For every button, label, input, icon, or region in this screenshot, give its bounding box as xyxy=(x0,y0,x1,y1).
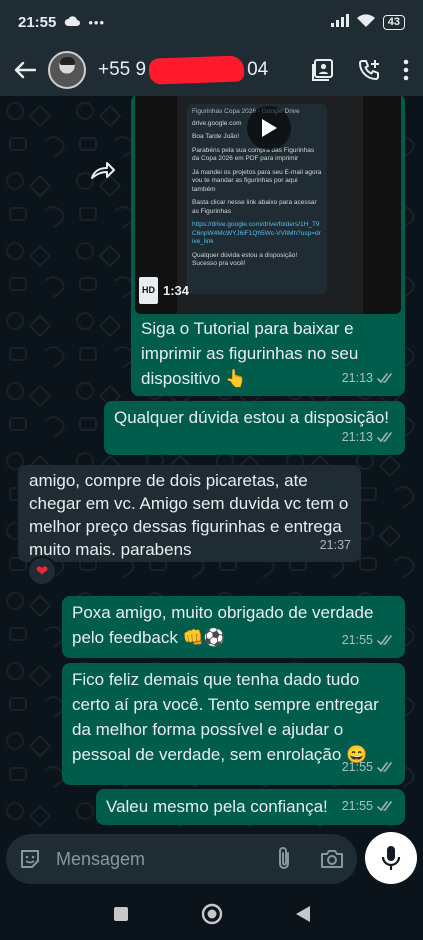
camera-icon[interactable] xyxy=(319,848,345,870)
message-time: 21:37 xyxy=(319,538,351,552)
outgoing-message[interactable]: Fico feliz demais que tenha dado tudo ce… xyxy=(62,663,405,785)
reaction-emoji: ❤ xyxy=(35,563,49,580)
forward-icon[interactable] xyxy=(88,156,118,186)
wifi-icon xyxy=(356,14,375,30)
preview-line: Parabéns pela sua compra das Figurinhas … xyxy=(192,146,315,163)
incoming-message[interactable]: amigo, compre de dois picaretas, ate che… xyxy=(18,465,361,562)
cloud-icon xyxy=(64,15,81,30)
message-time: 21:55 xyxy=(341,633,373,647)
message-meta: 21:55 xyxy=(342,628,395,653)
read-receipt-icon xyxy=(377,801,395,812)
message-meta: 21:13 xyxy=(342,425,395,450)
message-meta: 21:13 xyxy=(342,366,395,391)
message-time: 21:55 xyxy=(341,760,373,774)
contact-card-icon[interactable] xyxy=(311,58,335,82)
status-bar: 21:55 ••• 43 xyxy=(0,0,423,44)
redaction-mark xyxy=(148,55,245,85)
message-input[interactable]: Mensagem xyxy=(56,849,275,870)
outgoing-message[interactable]: Qualquer dúvida estou a disposição! 21:1… xyxy=(104,401,405,455)
message-meta: 21:37 xyxy=(320,534,351,557)
preview-line: Já mandei os projetos para seu E-mail ag… xyxy=(192,168,322,193)
message-text: Poxa amigo, muito obrigado de verdade pe… xyxy=(72,603,374,647)
video-message-bubble[interactable]: Figurinhas Copa 2026 - Google Drive driv… xyxy=(131,96,405,396)
message-text: amigo, compre de dois picaretas, ate che… xyxy=(29,471,349,559)
message-time: 21:55 xyxy=(341,799,373,813)
microphone-icon xyxy=(381,845,401,871)
add-call-icon[interactable] xyxy=(357,58,381,82)
chat-header: +55 9 04 xyxy=(0,44,423,96)
more-notifications-icon: ••• xyxy=(88,14,106,30)
preview-link: https://drive.google.com/drive/folders/1… xyxy=(192,221,321,245)
read-receipt-icon xyxy=(377,762,395,773)
read-receipt-icon xyxy=(377,373,395,384)
duration-label: 1:34 xyxy=(163,283,190,298)
message-meta: 21:55 xyxy=(342,794,395,819)
message-text: Valeu mesmo pela confiança! xyxy=(106,797,328,816)
contact-name[interactable]: +55 9 04 xyxy=(98,55,269,85)
hd-badge: HD xyxy=(139,277,158,304)
preview-line: Qualquer dúvida estou a disposição! Suce… xyxy=(192,251,298,268)
message-text: Siga o Tutorial para baixar e imprimir a… xyxy=(141,319,359,388)
message-meta: 21:55 xyxy=(342,755,395,780)
more-options-icon[interactable] xyxy=(403,59,409,81)
recents-icon[interactable] xyxy=(113,906,129,922)
voice-message-button[interactable] xyxy=(365,832,417,884)
chat-area[interactable]: Figurinhas Copa 2026 - Google Drive driv… xyxy=(0,96,423,830)
battery-indicator: 43 xyxy=(382,14,405,30)
preview-line: Basta clicar nesse link abaixo para aces… xyxy=(192,199,317,215)
status-time: 21:55 xyxy=(18,13,57,31)
outgoing-message[interactable]: Poxa amigo, muito obrigado de verdade pe… xyxy=(62,596,405,658)
message-composer[interactable]: Mensagem xyxy=(6,834,357,884)
phone-suffix: 04 xyxy=(247,59,269,80)
signal-icon xyxy=(330,14,349,30)
home-icon[interactable] xyxy=(201,903,223,925)
video-duration: HD 1:34 xyxy=(139,277,189,304)
system-nav-bar xyxy=(0,888,423,940)
message-time: 21:13 xyxy=(341,430,373,444)
back-arrow-icon[interactable] xyxy=(0,44,50,96)
outgoing-message[interactable]: Valeu mesmo pela confiança! 21:55 xyxy=(96,789,405,825)
message-time: 21:13 xyxy=(341,371,373,385)
heart-reaction[interactable]: ❤ xyxy=(27,556,57,586)
message-text: Fico feliz demais que tenha dado tudo ce… xyxy=(72,670,379,764)
attach-icon[interactable] xyxy=(275,846,293,872)
phone-prefix: +55 9 xyxy=(98,59,147,80)
play-button[interactable] xyxy=(247,106,291,150)
video-thumbnail[interactable]: Figurinhas Copa 2026 - Google Drive driv… xyxy=(135,96,401,314)
back-nav-icon[interactable] xyxy=(295,905,311,923)
read-receipt-icon xyxy=(377,635,395,646)
read-receipt-icon xyxy=(377,432,395,443)
sticker-icon[interactable] xyxy=(18,847,42,871)
contact-avatar[interactable] xyxy=(48,51,86,89)
